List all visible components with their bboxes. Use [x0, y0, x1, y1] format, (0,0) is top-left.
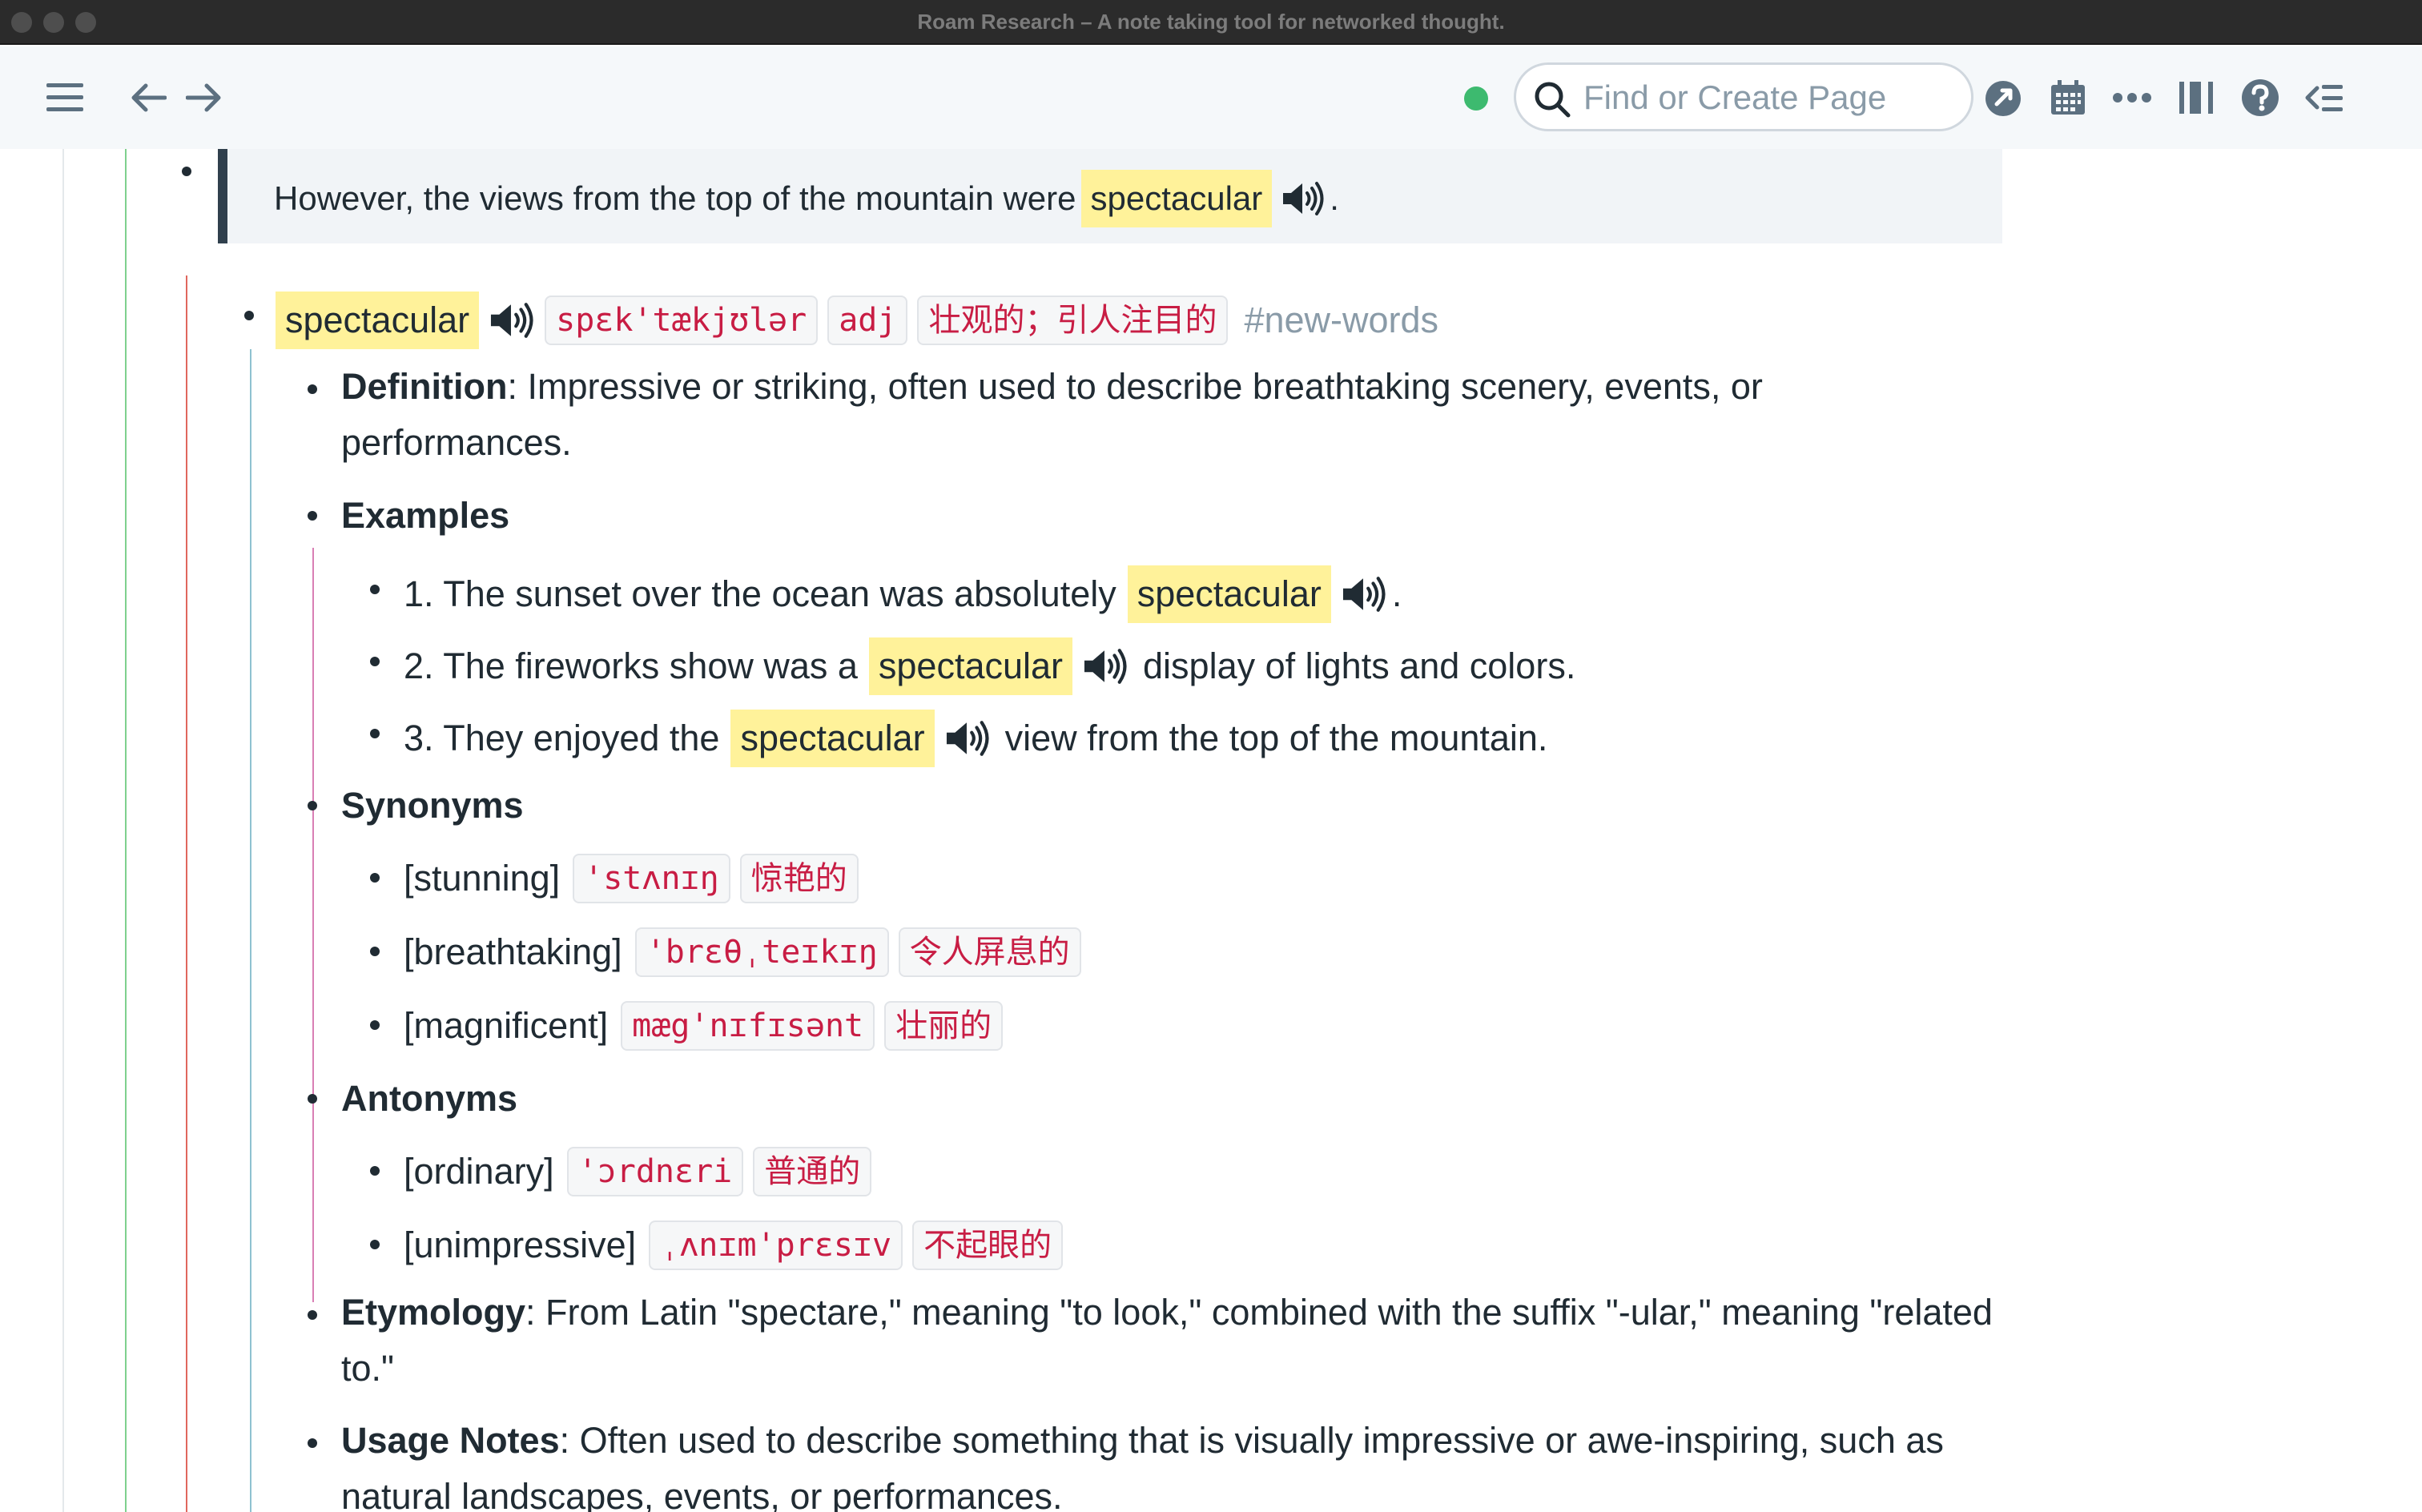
definition-block: Definition: Impressive or striking, ofte… [341, 359, 1943, 471]
entry-line: spectacular spɛk'tækjʊlər adj 壮观的；引人注目的 … [276, 292, 1438, 349]
highlighted-word[interactable]: spectacular [1127, 565, 1331, 623]
sync-status-dot [1464, 86, 1488, 111]
ipa-code: spɛk'tækjʊlər [545, 296, 819, 345]
example-text: 2. The fireworks show was a [404, 645, 858, 686]
highlighted-word[interactable]: spectacular [730, 710, 935, 767]
example-text: view from the top of the mountain. [1004, 718, 1548, 758]
block-bullet[interactable] [370, 1166, 380, 1176]
search-box[interactable] [1514, 62, 1973, 131]
window-title: Roam Research – A note taking tool for n… [917, 10, 1505, 34]
quote-line: However, the views from the top of the m… [274, 170, 1339, 227]
back-arrow-icon[interactable] [127, 77, 170, 119]
synonym-item: [stunning] 'stʌnɪŋ 惊艳的 [404, 854, 863, 903]
help-icon[interactable] [2238, 75, 2283, 120]
outline-guide-line [62, 149, 64, 1512]
chinese-code: 令人屏息的 [898, 927, 1081, 977]
search-input[interactable] [1583, 74, 1960, 121]
sidebar-icon[interactable] [2174, 75, 2219, 120]
usage-notes-text: : Often used to describe something that … [341, 1420, 1944, 1512]
synonym-word: [stunning] [404, 858, 561, 899]
usage-notes-label: Usage Notes [341, 1420, 560, 1461]
block-bullet[interactable] [308, 801, 317, 810]
speaker-icon[interactable] [943, 718, 992, 758]
example-item: 2. The fireworks show was a spectacular … [404, 637, 1575, 695]
outline-guide-line [186, 275, 187, 1512]
definition-label: Definition [341, 366, 508, 407]
more-icon[interactable] [2110, 75, 2154, 120]
block-bullet[interactable] [370, 1020, 380, 1030]
block-bullet[interactable] [308, 1310, 317, 1320]
synonym-word: [magnificent] [404, 1005, 609, 1046]
usage-notes-block: Usage Notes: Often used to describe some… [341, 1413, 2007, 1512]
quote-text: However, the views from the top of the m… [274, 179, 1076, 217]
antonym-word: [ordinary] [404, 1151, 554, 1192]
forward-arrow-icon[interactable] [183, 77, 226, 119]
etymology-block: Etymology: From Latin "spectare," meanin… [341, 1285, 2023, 1397]
etymology-label: Etymology [341, 1292, 526, 1333]
etymology-text: : From Latin "spectare," meaning "to loo… [341, 1292, 1993, 1389]
speaker-icon[interactable] [1280, 179, 1326, 218]
example-text: . [1391, 573, 1402, 614]
definition-text: : Impressive or striking, often used to … [341, 366, 1763, 463]
highlighted-word[interactable]: spectacular [1080, 170, 1273, 227]
block-bullet[interactable] [308, 384, 317, 394]
menu-icon[interactable] [43, 77, 86, 119]
antonyms-label: Antonyms [341, 1078, 518, 1119]
speaker-icon[interactable] [1080, 646, 1130, 686]
chinese-code: 普通的 [753, 1147, 872, 1196]
highlighted-word[interactable]: spectacular [868, 637, 1073, 695]
synonym-item: [magnificent] mæg'nɪfɪsənt 壮丽的 [404, 1001, 1008, 1051]
block-bullet[interactable] [308, 1438, 317, 1448]
search-icon [1532, 79, 1572, 123]
block-bullet[interactable] [308, 1094, 317, 1104]
example-text: 1. The sunset over the ocean was absolut… [404, 573, 1116, 614]
entry-word[interactable]: spectacular [276, 292, 480, 349]
examples-label: Examples [341, 495, 510, 536]
example-text: display of lights and colors. [1143, 645, 1576, 686]
ipa-code: 'brɛθˌteɪkɪŋ [634, 927, 889, 977]
ipa-code: 'ɔrdnɛri [566, 1147, 744, 1196]
block-bullet[interactable] [370, 729, 380, 738]
window-titlebar: Roam Research – A note taking tool for n… [0, 0, 2422, 45]
synonyms-label: Synonyms [341, 785, 524, 826]
pos-code: adj [827, 296, 908, 345]
block-bullet[interactable] [244, 311, 254, 320]
outline-guide-line [125, 149, 127, 1512]
antonym-item: [unimpressive] ˌʌnɪm'prɛsɪv 不起眼的 [404, 1220, 1068, 1270]
example-text: 3. They enjoyed the [404, 718, 720, 758]
synonym-item: [breathtaking] 'brɛθˌteɪkɪŋ 令人屏息的 [404, 927, 1086, 977]
graph-icon[interactable] [1981, 75, 2026, 120]
ipa-code: ˌʌnɪm'prɛsɪv [649, 1220, 903, 1270]
speaker-icon[interactable] [1339, 574, 1389, 614]
example-item: 3. They enjoyed the spectacular view fro… [404, 710, 1547, 767]
ipa-code: 'stʌnɪŋ [573, 854, 730, 903]
block-bullet[interactable] [308, 511, 317, 521]
speaker-icon[interactable] [487, 300, 537, 340]
chinese-code: 壮丽的 [884, 1001, 1004, 1051]
outline-guide-line [312, 1129, 314, 1302]
block-bullet[interactable] [370, 947, 380, 956]
block-bullet[interactable] [370, 585, 380, 594]
block-bullet[interactable] [370, 1240, 380, 1249]
chinese-code: 不起眼的 [912, 1220, 1064, 1270]
antonym-word: [unimpressive] [404, 1224, 637, 1265]
antonym-item: [ordinary] 'ɔrdnɛri 普通的 [404, 1147, 876, 1196]
synonym-word: [breathtaking] [404, 931, 622, 972]
calendar-icon[interactable] [2046, 75, 2090, 120]
block-bullet[interactable] [370, 657, 380, 666]
ipa-code: mæg'nɪfɪsənt [621, 1001, 875, 1051]
chinese-code: 惊艳的 [739, 854, 859, 903]
chinese-code: 壮观的；引人注目的 [917, 296, 1229, 345]
block-bullet[interactable] [370, 873, 380, 883]
example-item: 1. The sunset over the ocean was absolut… [404, 565, 1402, 623]
quote-punct: . [1330, 179, 1339, 217]
block-bullet[interactable] [182, 167, 191, 176]
outline-guide-line [250, 349, 251, 1512]
page-content: However, the views from the top of the m… [0, 149, 2422, 1512]
tag-link[interactable]: #new-words [1244, 296, 1438, 344]
right-sidebar-icon[interactable] [2302, 75, 2347, 120]
